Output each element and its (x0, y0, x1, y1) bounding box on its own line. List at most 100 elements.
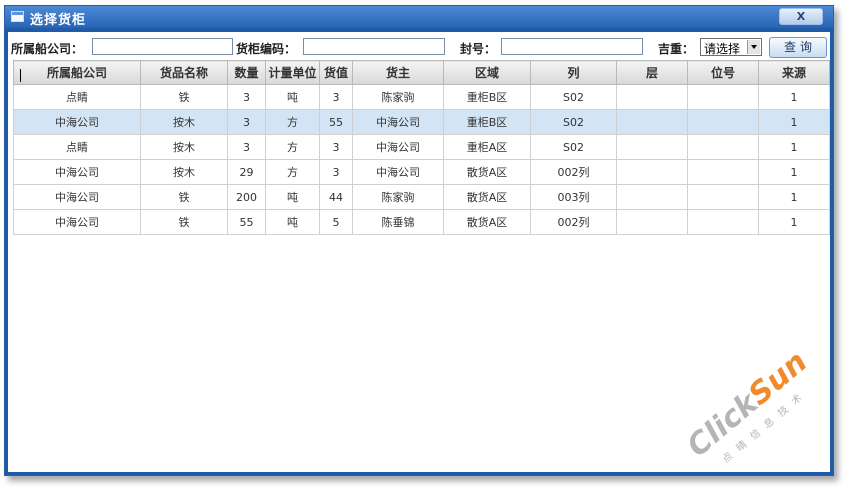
column-header[interactable]: 货品名称 (140, 60, 228, 85)
column-header[interactable]: 计量单位 (265, 60, 320, 85)
table-cell: 中海公司 (352, 109, 444, 135)
table-cell: 散货A区 (443, 184, 531, 210)
table-cell (616, 134, 688, 160)
column-resize-caret (20, 69, 21, 82)
table-cell: 3 (319, 84, 353, 110)
table-cell: S02 (530, 109, 617, 135)
column-header[interactable]: 列 (530, 60, 617, 85)
table-cell (616, 109, 688, 135)
table-cell: 3 (227, 84, 266, 110)
table-cell: 方 (265, 159, 320, 185)
table-cell: 方 (265, 134, 320, 160)
gross-weight-select-value: 请选择 (704, 42, 741, 56)
table-row[interactable]: 点睛铁 3 吨 3 陈家驹 重柜B区 S02 1 (13, 84, 830, 110)
table-cell: 方 (265, 109, 320, 135)
company-input[interactable] (92, 38, 233, 55)
table-cell: 按木 (140, 134, 228, 160)
table-cell (616, 184, 688, 210)
table-cell: 吨 (265, 84, 320, 110)
table-cell (616, 159, 688, 185)
table-cell: 3 (319, 159, 353, 185)
table-cell: 按木 (140, 159, 228, 185)
column-header[interactable]: 数量 (227, 60, 266, 85)
table-cell: 陈家驹 (352, 184, 444, 210)
table-cell: S02 (530, 134, 617, 160)
table-cell: 003列 (530, 184, 617, 210)
table-cell (687, 109, 759, 135)
table-cell: 重柜A区 (443, 134, 531, 160)
table-cell: 002列 (530, 209, 617, 235)
column-header[interactable]: 来源 (758, 60, 830, 85)
table-cell: 44 (319, 184, 353, 210)
table-cell: 点睛 (13, 84, 141, 110)
table-cell (687, 184, 759, 210)
column-header[interactable]: 所属船公司 (13, 60, 141, 85)
table-cell: 中海公司 (13, 109, 141, 135)
table-cell: 1 (758, 109, 830, 135)
table-cell: 中海公司 (13, 159, 141, 185)
table-cell: S02 (530, 84, 617, 110)
table-row[interactable]: 点睛 按木 3 方 3 中海公司 重柜A区 S02 1 (13, 134, 830, 160)
chevron-down-icon[interactable] (747, 40, 760, 54)
column-header[interactable]: 层 (616, 60, 688, 85)
table-cell: 吨 (265, 209, 320, 235)
column-header[interactable]: 区域 (443, 60, 531, 85)
table-cell: 陈家驹 (352, 84, 444, 110)
table-row[interactable]: 中海公司 按木 29 方 3 中海公司 散货A区 002列 1 (13, 159, 830, 185)
table-cell (687, 209, 759, 235)
column-header[interactable]: 位号 (687, 60, 759, 85)
table-cell: 按木 (140, 109, 228, 135)
table-cell: 中海公司 (13, 209, 141, 235)
table-cell: 点睛 (13, 134, 141, 160)
table-cell: 重柜B区 (443, 109, 531, 135)
seal-number-label: 封号： (460, 42, 497, 56)
table-cell: 3 (227, 109, 266, 135)
table-row[interactable]: 中海公司铁 200 吨 44 陈家驹 散货A区 003列 1 (13, 184, 830, 210)
gross-weight-label: 吉重： (658, 42, 695, 56)
table-cell: 重柜B区 (443, 84, 531, 110)
table-cell: 散货A区 (443, 159, 531, 185)
table-cell (616, 209, 688, 235)
table-cell: 铁 (140, 184, 228, 210)
container-code-label: 货柜编码： (236, 42, 297, 56)
table-cell: 铁 (140, 209, 228, 235)
column-header[interactable]: 货主 (352, 60, 444, 85)
container-grid: 所属船公司 货品名称 数量 计量单位 货值 货主 区域列层位号 来源 点睛铁 3 吨 3 陈家驹 重柜B… (13, 60, 830, 235)
table-cell: 1 (758, 184, 830, 210)
table-cell: 陈垂锦 (352, 209, 444, 235)
company-label: 所属船公司： (11, 42, 84, 56)
table-cell: 1 (758, 159, 830, 185)
table-cell: 中海公司 (13, 184, 141, 210)
title-bar[interactable]: 选择货柜 X (5, 6, 833, 28)
table-cell: 29 (227, 159, 266, 185)
table-cell (687, 134, 759, 160)
table-body: 点睛铁 3 吨 3 陈家驹 重柜B区 S02 1 中海公司 按木 3 方 55 中海公司 重柜B区 S02 1 点… (13, 84, 830, 235)
table-cell: 吨 (265, 184, 320, 210)
table-cell: 3 (227, 134, 266, 160)
search-toolbar: 所属船公司： 货柜编码： 封号： 吉重： 请选择 查询 (8, 32, 830, 60)
close-button[interactable]: X (779, 8, 823, 25)
table-cell: 002列 (530, 159, 617, 185)
dialog-content: 所属船公司： 货柜编码： 封号： 吉重： 请选择 查询 所属船公司 货品名称 数量计… (8, 32, 830, 472)
table-cell: 55 (227, 209, 266, 235)
table-cell: 1 (758, 84, 830, 110)
table-cell: 散货A区 (443, 209, 531, 235)
table-cell: 中海公司 (352, 134, 444, 160)
table-cell (616, 84, 688, 110)
query-button[interactable]: 查询 (769, 37, 827, 58)
gross-weight-select[interactable]: 请选择 (700, 38, 762, 56)
window-title: 选择货柜 (30, 13, 87, 28)
container-code-input[interactable] (303, 38, 445, 55)
table-cell: 1 (758, 134, 830, 160)
table-cell: 1 (758, 209, 830, 235)
table-row[interactable]: 中海公司 按木 3 方 55 中海公司 重柜B区 S02 1 (13, 109, 830, 135)
table-cell (687, 84, 759, 110)
table-cell: 中海公司 (352, 159, 444, 185)
column-header[interactable]: 货值 (319, 60, 353, 85)
table-cell: 铁 (140, 84, 228, 110)
table-cell (687, 159, 759, 185)
table-cell: 200 (227, 184, 266, 210)
table-row[interactable]: 中海公司铁 55 吨 5 陈垂锦 散货A区 002列 1 (13, 209, 830, 235)
window-icon (11, 11, 24, 22)
seal-number-input[interactable] (501, 38, 643, 55)
